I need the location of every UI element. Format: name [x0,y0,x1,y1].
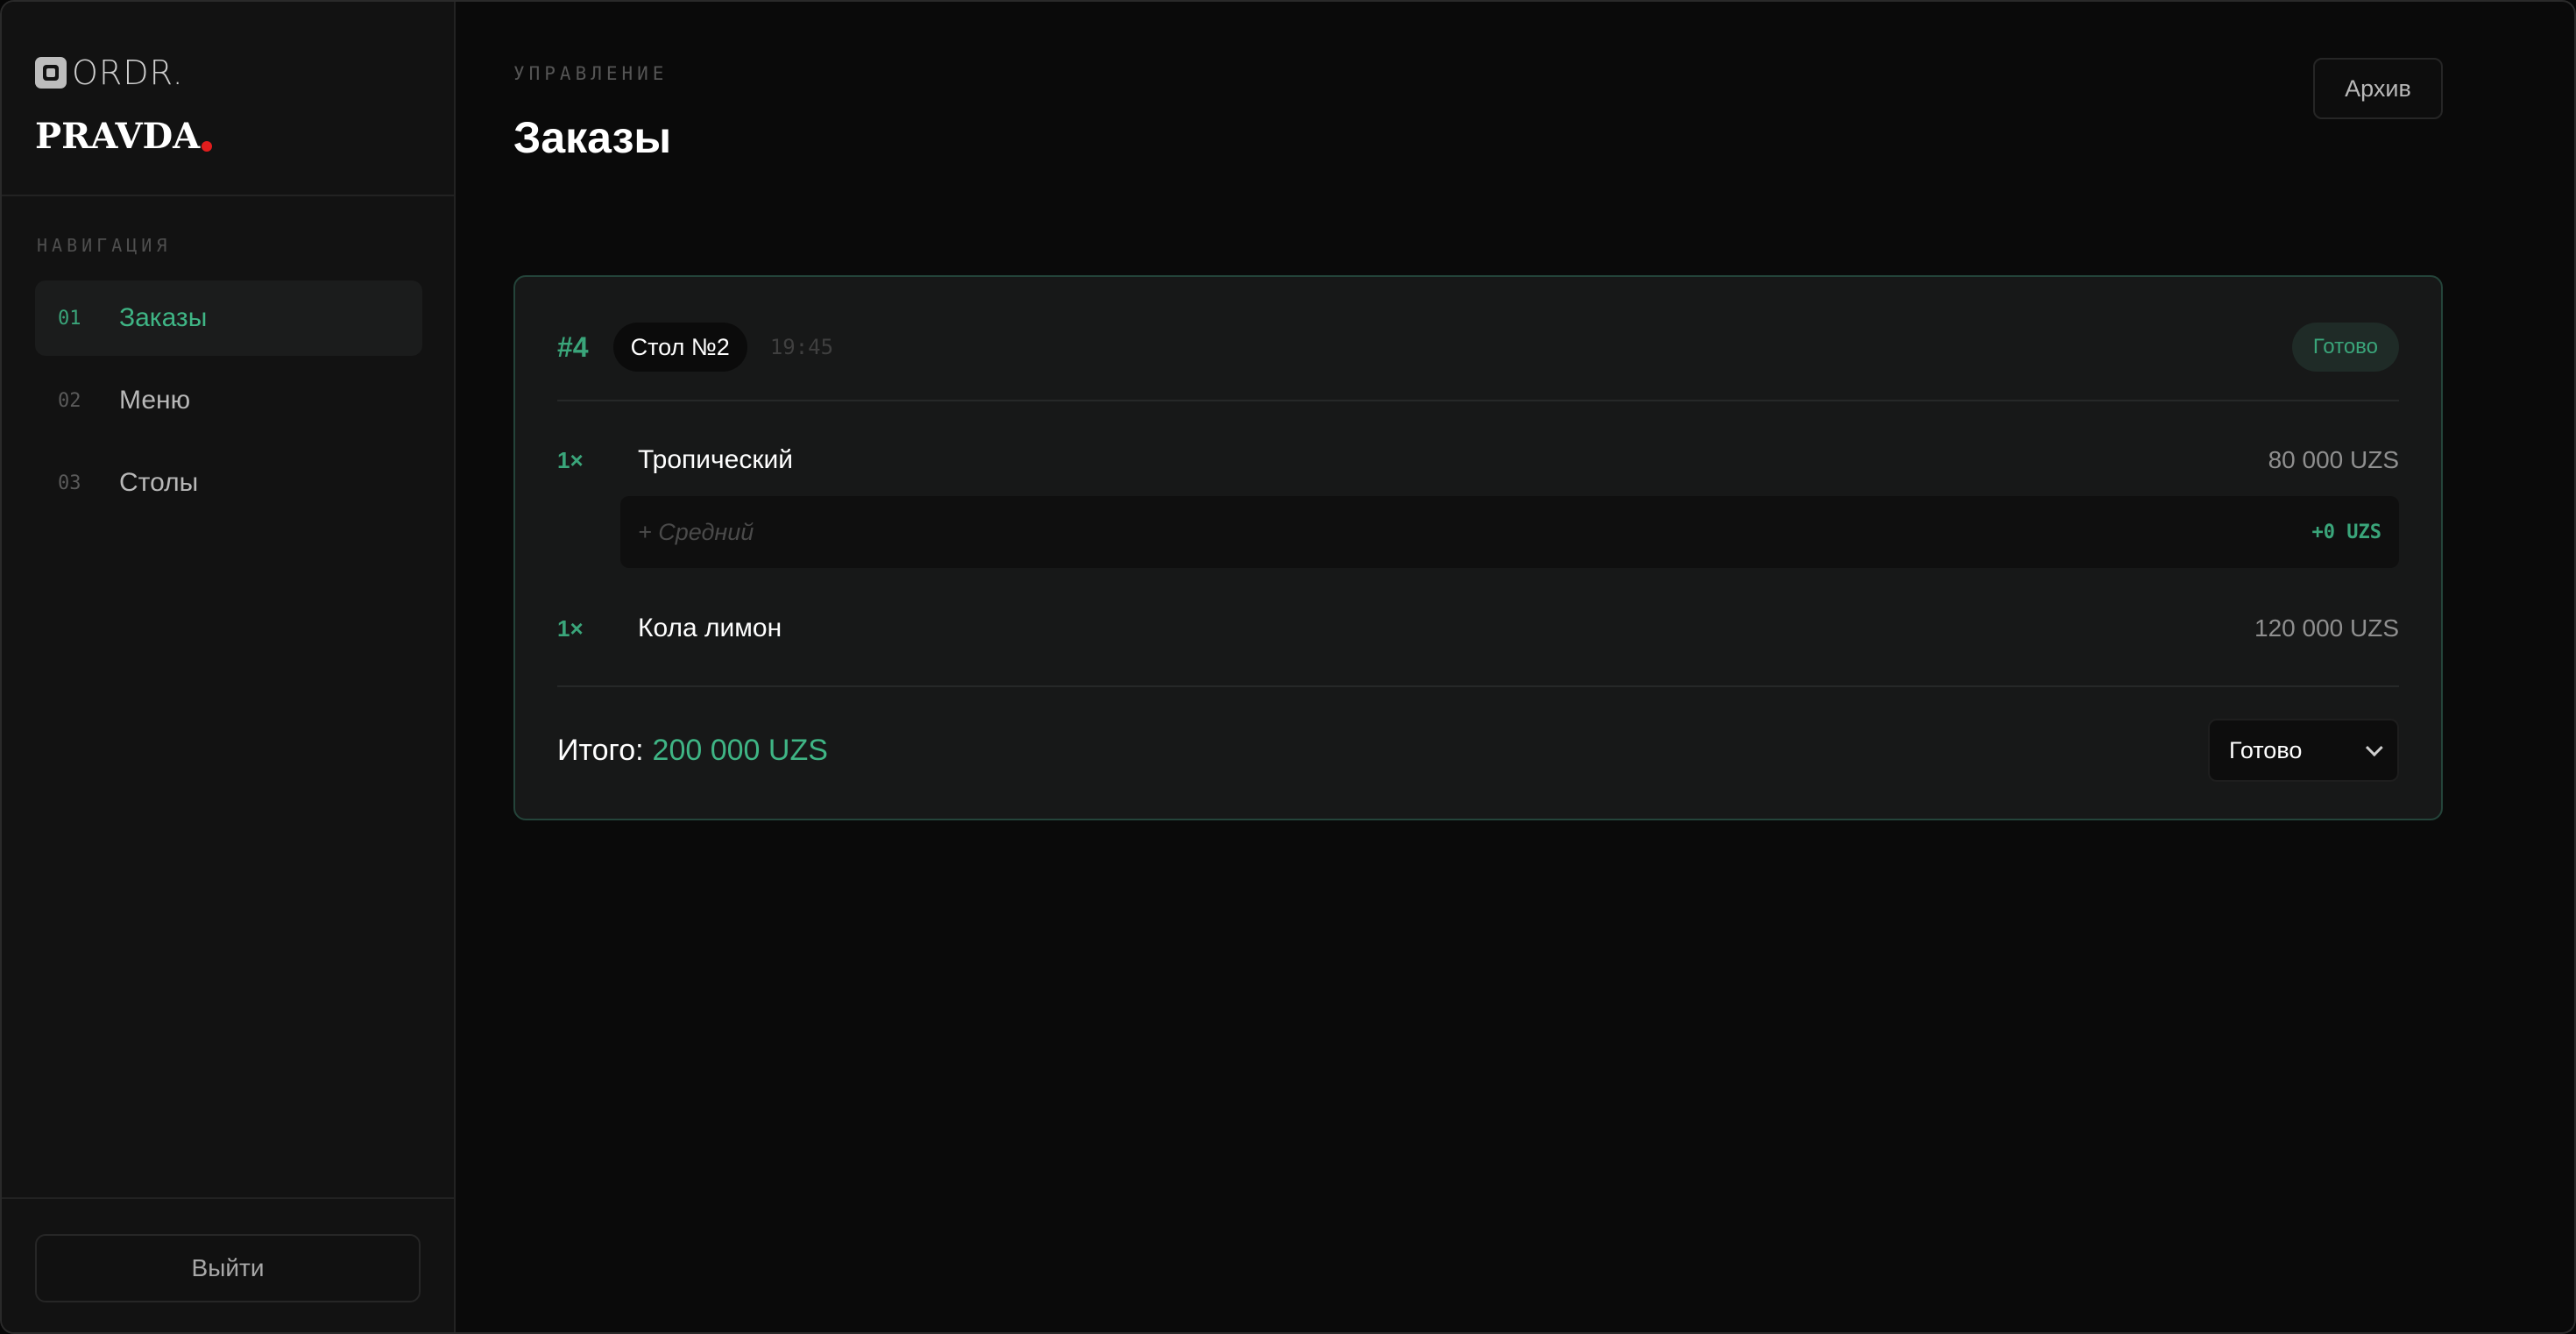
archive-button[interactable]: Архив [2313,58,2443,119]
ordr-logo-icon [35,57,67,89]
section-eyebrow: УПРАВЛЕНИЕ [513,63,669,84]
item-quantity: 1× [557,614,584,642]
divider [557,400,2399,401]
item-price: 80 000 UZS [2268,446,2399,473]
nav-section-label: НАВИГАЦИЯ [37,235,172,256]
order-item: 1× Кола лимон 120 000 UZS [557,607,2399,650]
sidebar-item-number: 01 [58,307,81,330]
sidebar-item-label: Столы [119,468,199,497]
order-footer: Итого: 200 000 UZS Готово [557,715,2399,785]
item-name: Тропический [638,445,793,474]
order-header: #4 Стол №2 19:45 Готово [557,321,2399,373]
item-name: Кола лимон [638,614,782,642]
status-select[interactable]: Готово [2208,719,2399,782]
item-quantity: 1× [557,446,584,473]
venue-name: PRAVDA [35,116,201,157]
sidebar-item-tables[interactable]: 03 Столы [35,445,422,521]
item-price: 120 000 UZS [2254,614,2399,642]
sidebar-divider [2,1197,454,1199]
modifier-price: +0 UZS [2311,521,2381,543]
total-label: Итого: [557,733,644,767]
order-item: 1× Тропический 80 000 UZS [557,438,2399,482]
sidebar-divider [2,195,454,196]
sidebar-item-orders[interactable]: 01 Заказы [35,280,422,356]
sidebar-item-menu[interactable]: 02 Меню [35,363,422,438]
brand: ORDR. PRAVDA [35,53,421,160]
logout-button[interactable]: Выйти [35,1234,421,1302]
chevron-down-icon [2365,739,2383,757]
order-time: 19:45 [769,335,834,359]
status-badge: Готово [2291,323,2399,372]
sidebar-nav: 01 Заказы 02 Меню 03 Столы [35,280,422,528]
ordr-logo: ORDR. [35,53,184,92]
status-select-value: Готово [2229,736,2303,763]
app-window: ORDR. PRAVDA НАВИГАЦИЯ 01 Заказы 02 Меню… [0,0,2576,1334]
table-badge: Стол №2 [612,323,747,372]
modifier-name: + Средний [638,518,754,545]
order-card: #4 Стол №2 19:45 Готово 1× Тропический 8… [513,275,2443,820]
venue-logo: PRAVDA [35,116,213,157]
total-value: 200 000 UZS [652,733,828,767]
sidebar-item-number: 02 [58,389,81,412]
sidebar: ORDR. PRAVDA НАВИГАЦИЯ 01 Заказы 02 Меню… [2,2,456,1332]
page-title: Заказы [513,113,672,162]
item-modifier: + Средний +0 UZS [620,496,2399,568]
order-number: #4 [557,330,589,363]
sidebar-item-label: Заказы [119,303,208,332]
sidebar-item-label: Меню [119,386,191,415]
product-name: ORDR. [72,53,184,92]
divider [557,685,2399,687]
sidebar-item-number: 03 [58,472,81,494]
main-content: УПРАВЛЕНИЕ Заказы Архив #4 Стол №2 19:45… [457,2,2574,1332]
venue-logo-dot-icon [202,141,213,152]
